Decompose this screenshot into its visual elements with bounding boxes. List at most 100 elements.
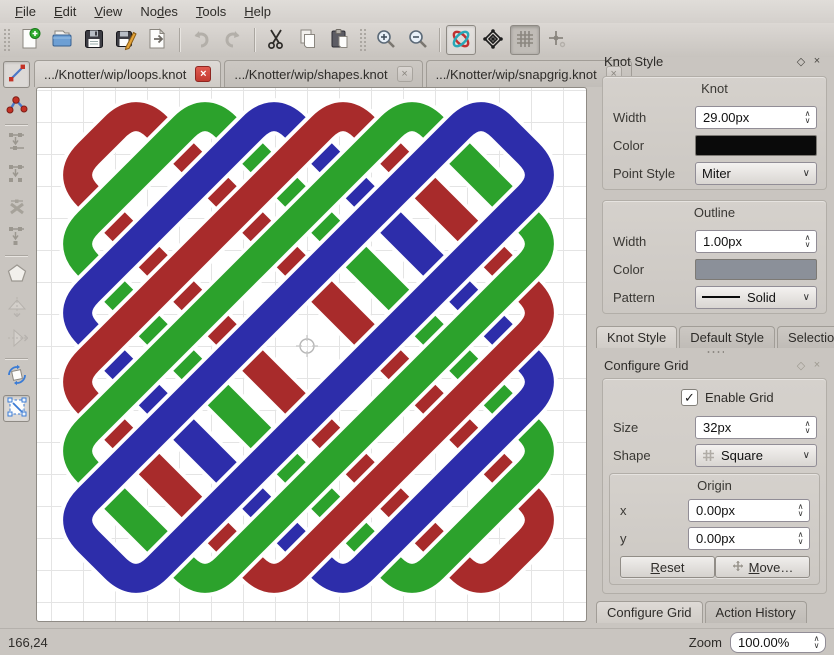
- menu-tools[interactable]: Tools: [187, 2, 235, 21]
- knot-color-swatch[interactable]: [695, 135, 817, 156]
- knot-style-dock: Knot Style ◇ × Knot Width 29.00px ∧∨ Col…: [595, 50, 834, 324]
- float-dock-icon[interactable]: ◇: [793, 53, 809, 69]
- close-dock-icon[interactable]: ×: [809, 357, 825, 373]
- zoom-in-button[interactable]: [371, 25, 401, 55]
- edge-tool-button[interactable]: [3, 61, 30, 88]
- tab-default-style[interactable]: Default Style: [679, 326, 775, 348]
- knot-display-toggle[interactable]: [446, 25, 476, 55]
- merge-node-tool-button[interactable]: [3, 223, 30, 250]
- save-as-button[interactable]: [111, 25, 141, 55]
- grid-size-spinbox[interactable]: 32px ∧∨: [695, 416, 817, 439]
- delete-node-tool-button[interactable]: [3, 192, 30, 219]
- redo-button[interactable]: [218, 25, 248, 55]
- style-dock-tabbar: Knot Style Default Style Selection Style: [595, 326, 834, 348]
- merge-node-icon: [6, 224, 28, 249]
- tab-shapes-knot[interactable]: .../Knotter/wip/shapes.knot ×: [224, 60, 422, 87]
- toolbar-separator: [254, 28, 255, 52]
- zoom-spinbox[interactable]: 100.00% ∧∨: [730, 632, 826, 653]
- save-button[interactable]: [79, 25, 109, 55]
- enable-grid-checkbox[interactable]: ✓ Enable Grid: [681, 389, 774, 406]
- polygon-tool-button[interactable]: [3, 261, 30, 288]
- toolbar-drag-handle[interactable]: [359, 28, 367, 52]
- open-document-icon: [50, 27, 74, 54]
- spin-arrows[interactable]: ∧∨: [792, 500, 809, 521]
- copy-button[interactable]: [293, 25, 323, 55]
- grid-shape-combobox[interactable]: Square ∨: [695, 444, 817, 467]
- node-tool-button[interactable]: [3, 92, 30, 119]
- reset-origin-button[interactable]: Reset: [620, 556, 715, 578]
- rotate-tool-button[interactable]: [3, 363, 30, 390]
- export-icon: [146, 27, 170, 54]
- scale-tool-button[interactable]: [3, 395, 30, 422]
- cursor-coordinates: 166,24: [8, 635, 48, 650]
- origin-x-spinbox[interactable]: 0.00px ∧∨: [688, 499, 810, 522]
- knot-width-spinbox[interactable]: 29.00px ∧∨: [695, 106, 817, 129]
- dock-splitter-handle[interactable]: [706, 350, 724, 353]
- zoom-out-button[interactable]: [403, 25, 433, 55]
- menu-help[interactable]: Help: [235, 2, 280, 21]
- solid-line-icon: [702, 296, 740, 298]
- origin-y-spinbox[interactable]: 0.00px ∧∨: [688, 527, 810, 550]
- document-tab-bar: .../Knotter/wip/loops.knot × .../Knotter…: [34, 59, 632, 87]
- close-dock-icon[interactable]: ×: [809, 53, 825, 69]
- outline-pattern-label: Pattern: [613, 290, 655, 305]
- menu-file[interactable]: File: [6, 2, 45, 21]
- paste-button[interactable]: [325, 25, 355, 55]
- tab-configure-grid[interactable]: Configure Grid: [596, 601, 703, 623]
- undo-button[interactable]: [186, 25, 216, 55]
- pattern-combobox[interactable]: Solid ∨: [695, 286, 817, 309]
- tab-label: .../Knotter/wip/snapgrig.knot: [436, 67, 597, 82]
- spin-arrows[interactable]: ∧∨: [799, 107, 816, 128]
- point-style-combobox[interactable]: Miter ∨: [695, 162, 817, 185]
- grid-dock-tabbar: Configure Grid Action History: [595, 601, 807, 623]
- group-title: Outline: [603, 201, 826, 220]
- tab-loops-knot[interactable]: .../Knotter/wip/loops.knot ×: [34, 60, 221, 87]
- undo-icon: [189, 27, 213, 54]
- graph-display-toggle[interactable]: [478, 25, 508, 55]
- save-as-icon: [114, 27, 138, 54]
- move-origin-button[interactable]: Move…: [715, 556, 810, 578]
- knot-canvas[interactable]: [36, 87, 587, 622]
- menu-edit[interactable]: Edit: [45, 2, 85, 21]
- configure-grid-dock: Configure Grid ◇ × ✓ Enable Grid Size 32…: [595, 354, 834, 598]
- knot-width-label: Width: [613, 110, 646, 125]
- snap-grid-toggle[interactable]: [542, 25, 572, 55]
- grid-settings-groupbox: ✓ Enable Grid Size 32px ∧∨ Shape Square …: [602, 378, 827, 594]
- tab-selection-style[interactable]: Selection Style: [777, 326, 834, 348]
- configure-grid-dock-titlebar[interactable]: Configure Grid ◇ ×: [595, 354, 834, 376]
- export-button[interactable]: [143, 25, 173, 55]
- flip-vertical-tool-button[interactable]: [3, 294, 30, 321]
- flip-horizontal-tool-button[interactable]: [3, 326, 30, 353]
- spin-arrows[interactable]: ∧∨: [799, 417, 816, 438]
- cut-button[interactable]: [261, 25, 291, 55]
- save-icon: [82, 27, 106, 54]
- close-tab-icon[interactable]: ×: [397, 66, 413, 82]
- insert-node-tool-button[interactable]: [3, 161, 30, 188]
- snap-grid-icon: [545, 27, 569, 54]
- menu-nodes[interactable]: Nodes: [131, 2, 187, 21]
- knot-style-dock-titlebar[interactable]: Knot Style ◇ ×: [595, 50, 834, 72]
- tab-action-history[interactable]: Action History: [705, 601, 807, 623]
- toolbar-drag-handle[interactable]: [3, 28, 11, 52]
- open-document-button[interactable]: [47, 25, 77, 55]
- outline-width-spinbox[interactable]: 1.00px ∧∨: [695, 230, 817, 253]
- knot-groupbox: Knot Width 29.00px ∧∨ Color Point Style …: [602, 76, 827, 190]
- outline-color-swatch[interactable]: [695, 259, 817, 280]
- point-style-label: Point Style: [613, 166, 675, 181]
- spin-arrows[interactable]: ∧∨: [799, 231, 816, 252]
- grid-toggle[interactable]: [510, 25, 540, 55]
- tab-knot-style[interactable]: Knot Style: [596, 326, 677, 348]
- knot-color-label: Color: [613, 138, 644, 153]
- knotter-window: { "menu": { "items": [ {"pre":"","mn":"F…: [0, 0, 834, 655]
- edge-tool-icon: [6, 62, 28, 87]
- node-tool-icon: [6, 93, 28, 118]
- spin-arrows[interactable]: ∧∨: [808, 633, 825, 652]
- toolbar-separator: [179, 28, 180, 52]
- float-dock-icon[interactable]: ◇: [793, 357, 809, 373]
- new-document-button[interactable]: [15, 25, 45, 55]
- menu-view[interactable]: View: [85, 2, 131, 21]
- insert-edge-tool-button[interactable]: [3, 129, 30, 156]
- close-tab-icon[interactable]: ×: [195, 66, 211, 82]
- spin-arrows[interactable]: ∧∨: [792, 528, 809, 549]
- move-icon: [732, 560, 744, 575]
